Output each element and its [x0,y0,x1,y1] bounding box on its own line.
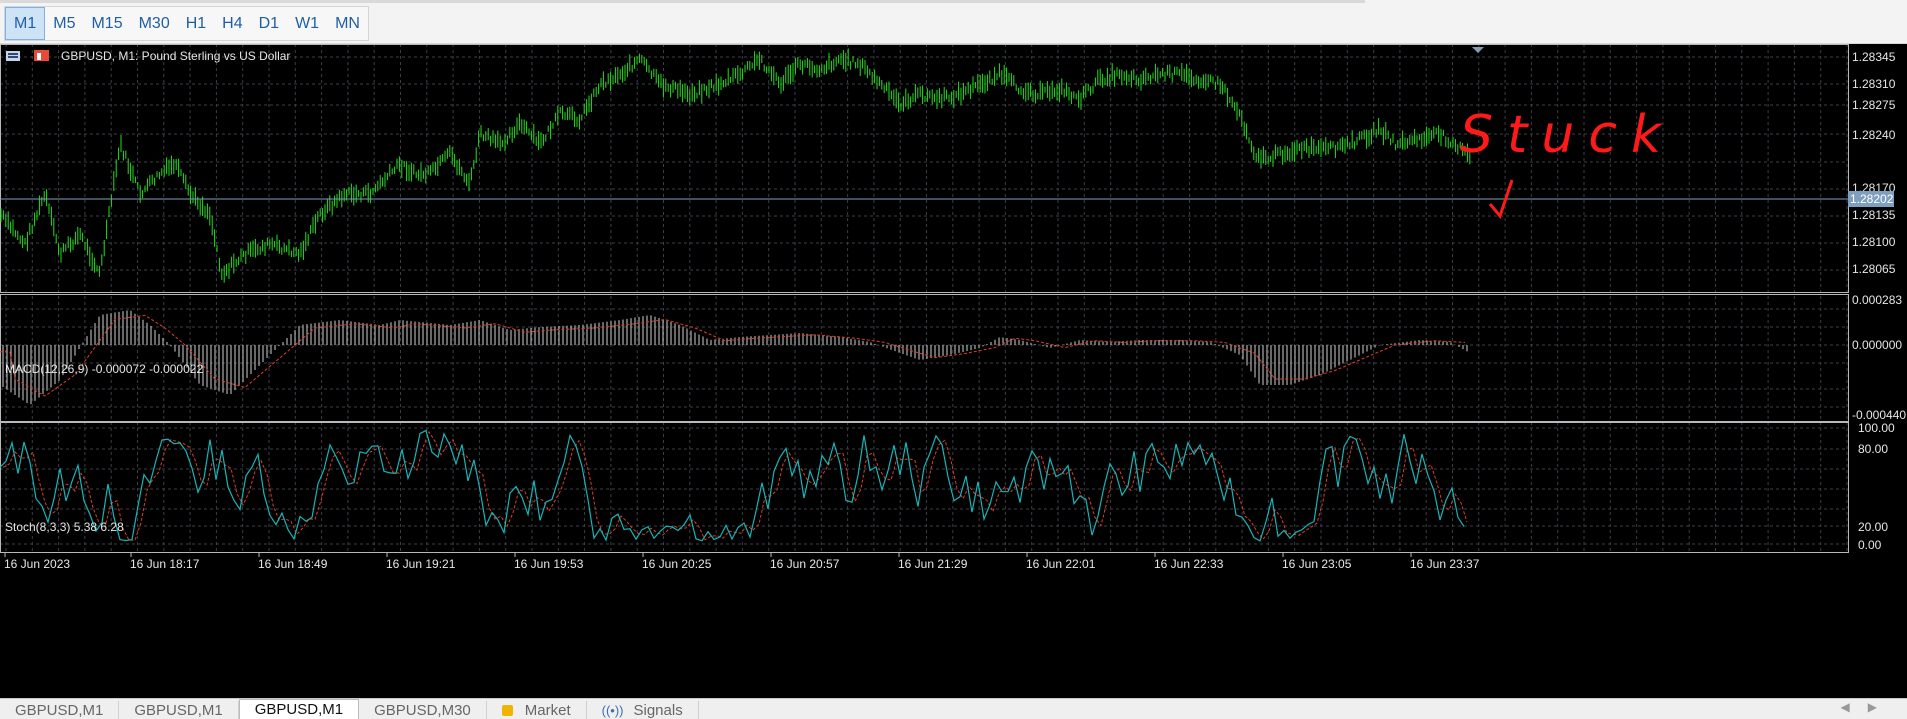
chart-canvas[interactable]: 1.283451.283101.282751.282401.281701.281… [0,44,1907,698]
timeframe-w1-button[interactable]: W1 [287,7,327,40]
stoch-axis-label: 0.00 [1858,538,1882,552]
timeframe-m30-button[interactable]: M30 [131,7,178,40]
price-axis-label: 1.28100 [1852,235,1896,249]
stoch-title: Stoch(8,3,3) 5.38 6.28 [5,520,124,534]
timeframe-buttons: M1 M5 M15 M30 H1 H4 D1 W1 MN [4,6,369,41]
timeframe-m1-button[interactable]: M1 [5,7,46,40]
macd-title: MACD(12,26,9) -0.000072 -0.000022 [5,362,203,376]
chart-window[interactable]: 1.28345 1.28310 1.28275 1.28240 1.28170 1.281… [0,44,1907,698]
chart-tab[interactable]: Market [487,701,587,719]
price-axis-label: 1.28240 [1852,128,1896,142]
chart-tab[interactable]: GBPUSD,M30 [359,701,487,719]
time-axis-label: 16 Jun 23:37 [1410,557,1480,571]
current-price-label: 1.28202 [1850,192,1894,206]
chart-tab-label: GBPUSD,M1 [254,701,344,718]
time-axis-label: 16 Jun 21:29 [898,557,968,571]
time-axis-label: 16 Jun 19:53 [514,557,584,571]
chart-tab-label: Signals [633,701,683,719]
price-axis-label: 1.28345 [1852,50,1896,64]
price-axis-label: 1.28135 [1852,208,1896,222]
time-axis-label: 16 Jun 18:17 [130,557,200,571]
timeframe-toolbar: M1 M5 M15 M30 H1 H4 D1 W1 MN [0,0,1907,44]
chart-tab-label: GBPUSD,M1 [134,701,223,719]
time-axis-label: 16 Jun 20:25 [642,557,712,571]
stuck-annotation-text: Stuck [1460,105,1675,165]
stoch-axis-label: 80.00 [1858,442,1888,456]
chart-menu-icon-line [8,53,18,55]
time-axis-label: 16 Jun 22:01 [1026,557,1096,571]
timeframe-h4-button[interactable]: H4 [214,7,250,40]
chart-title: GBPUSD, M1: Pound Sterling vs US Dollar [61,49,290,63]
macd-axis-label: 0.000283 [1852,293,1902,307]
timeframe-d1-button[interactable]: D1 [251,7,287,40]
one-click-trading-icon[interactable] [34,50,49,61]
chart-tabs: GBPUSD,M1 GBPUSD,M1 GBPUSD,M1 GBPUSD,M30 Mar… [0,698,1907,719]
chart-tab[interactable]: GBPUSD,M1 [119,701,239,719]
timeframe-m15-button[interactable]: M15 [83,7,130,40]
chart-tab[interactable]: GBPUSD,M1 [238,699,360,719]
chart-tab[interactable]: ((•)) Signals [587,701,699,719]
time-axis-label: 16 Jun 18:49 [258,557,328,571]
timeframe-m5-button[interactable]: M5 [45,7,83,40]
macd-axis-label: -0.000440 [1852,408,1906,422]
tab-scroll-arrows[interactable]: ◀▶ [1841,700,1895,714]
stoch-axis-label: 100.00 [1858,421,1895,435]
chart-tab-label: GBPUSD,M30 [374,701,471,719]
chart-tab-label: GBPUSD,M1 [15,701,104,719]
macd-axis-label: 0.000000 [1852,338,1902,352]
one-click-trading-icon-part [37,53,41,60]
chart-tab-label: Market [524,701,571,719]
chart-tab[interactable]: GBPUSD,M1 [0,701,120,719]
time-axis-label: 16 Jun 19:21 [386,557,456,571]
chart-menu-icon-line [8,56,18,58]
time-axis-label: 16 Jun 22:33 [1154,557,1224,571]
price-axis-label: 1.28310 [1852,77,1896,91]
stoch-axis-label: 20.00 [1858,520,1888,534]
time-axis-label: 16 Jun 2023 [4,557,70,571]
time-axis-label: 16 Jun 20:57 [770,557,840,571]
toolbar-separator [0,0,1365,3]
price-axis-label: 1.28275 [1852,98,1896,112]
timeframe-h1-button[interactable]: H1 [178,7,214,40]
timeframe-mn-button[interactable]: MN [327,7,368,40]
signal-icon: ((•)) [601,702,624,718]
price-axis-label: 1.28065 [1852,262,1896,276]
lock-icon [501,704,513,716]
time-axis-label: 16 Jun 23:05 [1282,557,1352,571]
chart-header: GBPUSD, M1: Pound Sterling vs US Dollar [6,49,290,63]
